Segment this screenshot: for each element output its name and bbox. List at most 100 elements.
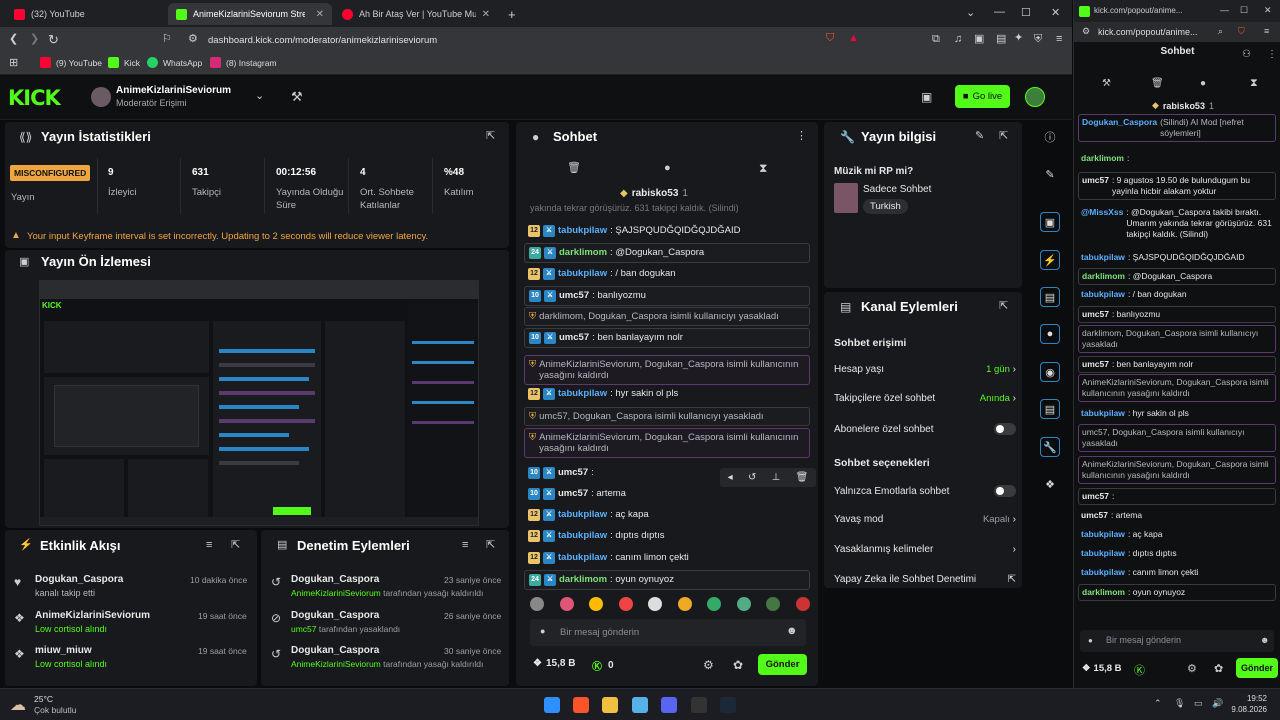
- kick-logo[interactable]: KICK: [8, 86, 61, 110]
- app-icon[interactable]: [632, 697, 648, 713]
- send-button[interactable]: Gönder: [1236, 658, 1278, 678]
- stream-settings-icon[interactable]: ▣: [921, 91, 932, 103]
- chat-username[interactable]: darklimom: [559, 574, 607, 585]
- trash-icon[interactable]: 🗑: [1151, 78, 1164, 89]
- browser-tab-kick[interactable]: AnimeKizlariniSeviorum Stream ✕: [168, 3, 332, 25]
- chat-message[interactable]: tabukpilaw: dıptıs dıptıs: [1078, 546, 1276, 561]
- filter-icon[interactable]: ≡: [462, 540, 468, 551]
- chat-input-box[interactable]: ● Bir mesaj gönderin ☻: [530, 619, 806, 646]
- chat-username[interactable]: tabukpilaw: [558, 268, 607, 279]
- emoji-icon[interactable]: ☻: [1260, 635, 1269, 645]
- edit-icon[interactable]: ✎: [1040, 164, 1060, 184]
- followers-only-row[interactable]: Takipçilere özel sohbet Anında ›: [834, 393, 1016, 404]
- discord-icon[interactable]: [661, 697, 677, 713]
- chat-username[interactable]: umc57: [1082, 175, 1109, 186]
- menu-icon[interactable]: ≡: [1056, 34, 1062, 45]
- close-tab-icon[interactable]: ✕: [482, 9, 490, 20]
- minimize-icon[interactable]: —: [994, 6, 1005, 18]
- chat-message[interactable]: 12 ⚔ tabukpilaw: dıptıs dıptıs: [524, 527, 810, 546]
- bookmark-whatsapp[interactable]: WhatsApp: [147, 57, 202, 68]
- maximize-icon[interactable]: ☐: [1021, 6, 1031, 19]
- site-info-icon[interactable]: ⚙: [188, 34, 198, 45]
- media-icon[interactable]: ♫: [954, 34, 962, 45]
- system-message[interactable]: ⛨ umc57, Dogukan_Caspora isimli kullanıcı…: [524, 407, 810, 426]
- banned-words-row[interactable]: Yasaklanmış kelimeler ›: [834, 544, 1016, 555]
- system-message[interactable]: umc57, Dogukan_Caspora isimli kullanıcıy…: [1078, 424, 1276, 452]
- brave-rewards-icon[interactable]: ▲: [848, 33, 859, 44]
- minimize-icon[interactable]: —: [1220, 5, 1229, 15]
- hourglass-icon[interactable]: ⧗: [759, 162, 767, 174]
- brave-icon[interactable]: [573, 697, 589, 713]
- clipboard-icon[interactable]: ▤: [1040, 287, 1060, 307]
- chat-message[interactable]: darklimom: oyun oynuyoz: [1078, 584, 1276, 601]
- emote-icon[interactable]: [795, 597, 810, 611]
- back-icon[interactable]: ❮: [9, 34, 18, 45]
- mod-target-user[interactable]: Dogukan_Caspora: [291, 574, 379, 585]
- chat-username[interactable]: tabukpilaw: [1081, 252, 1125, 263]
- chat-username[interactable]: umc57: [559, 290, 589, 301]
- user-avatar[interactable]: [1025, 87, 1045, 107]
- browser-tab-youtube-music[interactable]: Ah Bir Ataş Ver | YouTube Music ✕: [334, 3, 498, 25]
- brave-shield-icon[interactable]: ⛉: [1238, 26, 1245, 37]
- chat-username[interactable]: umc57: [1082, 359, 1109, 370]
- channel-points[interactable]: ❖ 15,8 B: [1082, 663, 1122, 674]
- layout-icon[interactable]: ▤: [1040, 399, 1060, 419]
- tray-overflow-icon[interactable]: ⌃: [1154, 698, 1162, 709]
- chat-message[interactable]: umc57: ben banlayayım nolr: [1078, 356, 1276, 373]
- chat-bubble-icon[interactable]: ●: [1200, 78, 1206, 89]
- emote-icon[interactable]: [559, 597, 574, 611]
- more-options-icon[interactable]: ⋮: [796, 131, 807, 142]
- chat-message[interactable]: umc57:: [1078, 488, 1276, 505]
- emote-only-toggle[interactable]: [994, 485, 1016, 497]
- system-message[interactable]: AnimeKizlariniSeviorum, Dogukan_Caspora …: [1078, 456, 1276, 484]
- emote-icon[interactable]: [736, 597, 751, 611]
- wallet-icon[interactable]: ▤: [996, 34, 1006, 45]
- language-tag[interactable]: Turkish: [863, 199, 908, 214]
- chat-message[interactable]: 24 ⚔ darklimom: oyun oynuyoz: [524, 570, 810, 590]
- chat-message[interactable]: 24 ⚔ darklimom: @Dogukan_Caspora: [524, 243, 810, 263]
- file-explorer-icon[interactable]: [602, 697, 618, 713]
- site-info-icon[interactable]: ⚙: [1082, 26, 1090, 37]
- kicks-icon[interactable]: Ⓚ: [1134, 662, 1145, 678]
- pinned-gift[interactable]: ◆ rabisko53 1: [1152, 100, 1214, 111]
- system-message[interactable]: AnimeKizlariniSeviorum, Dogukan_Caspora …: [1078, 374, 1276, 402]
- network-icon[interactable]: ▭: [1194, 698, 1203, 709]
- chat-message[interactable]: 12 ⚔ tabukpilaw: canım limon çekti: [524, 549, 810, 568]
- brave-shield-icon[interactable]: ⛉: [826, 33, 834, 44]
- chat-username[interactable]: @MissXss: [1081, 207, 1123, 218]
- account-age-row[interactable]: Hesap yaşı 1 gün ›: [834, 364, 1016, 375]
- settings-icon[interactable]: ⚙: [703, 659, 714, 671]
- chat-bubble-icon[interactable]: ●: [664, 163, 671, 174]
- start-icon[interactable]: [544, 697, 560, 713]
- clock-date[interactable]: 9.08.2026: [1225, 705, 1267, 714]
- emote-icon[interactable]: [530, 597, 544, 611]
- apps-icon[interactable]: ❖: [1040, 474, 1060, 494]
- apps-icon[interactable]: ⊞: [9, 58, 18, 69]
- tools-icon[interactable]: ⚒: [291, 90, 303, 103]
- settings-icon[interactable]: ⚙: [1187, 662, 1197, 675]
- popout-icon[interactable]: ⇱: [486, 131, 495, 142]
- steam-icon[interactable]: [720, 697, 736, 713]
- chat-username[interactable]: darklimom: [1081, 153, 1124, 164]
- clock-time[interactable]: 19:52: [1225, 694, 1267, 703]
- delete-icon[interactable]: 🗑: [796, 472, 809, 483]
- bolt-icon[interactable]: ⚡: [1040, 250, 1060, 270]
- chevron-down-icon[interactable]: ⌄: [255, 91, 264, 102]
- weather-temp[interactable]: 25°C: [34, 694, 53, 704]
- mod-target-user[interactable]: Dogukan_Caspora: [291, 610, 379, 621]
- obs-icon[interactable]: [691, 697, 707, 713]
- system-message[interactable]: ⛨ darklimom, Dogukan_Caspora isimli kulla…: [524, 307, 810, 326]
- broadcast-icon[interactable]: ◉: [1040, 362, 1060, 382]
- pinned-gift[interactable]: ◆ rabisko53 1: [620, 188, 688, 199]
- search-icon[interactable]: ⌕: [1218, 26, 1223, 37]
- bookmark-youtube[interactable]: (9) YouTube: [40, 57, 102, 68]
- popout-icon[interactable]: ⇱: [999, 131, 1008, 142]
- send-button[interactable]: Gönder: [758, 654, 807, 675]
- emote-icon[interactable]: [707, 597, 722, 611]
- bookmark-kick[interactable]: Kick: [108, 57, 140, 68]
- more-options-icon[interactable]: ⋮: [1267, 49, 1277, 60]
- slow-mode-row[interactable]: Yavaş mod Kapalı ›: [834, 514, 1016, 525]
- emoji-icon[interactable]: ☻: [786, 626, 798, 637]
- hourglass-icon[interactable]: ⧗: [1250, 77, 1258, 90]
- chat-message[interactable]: umc57: 9 agustos 19.50 de bulundugum bu …: [1078, 172, 1276, 200]
